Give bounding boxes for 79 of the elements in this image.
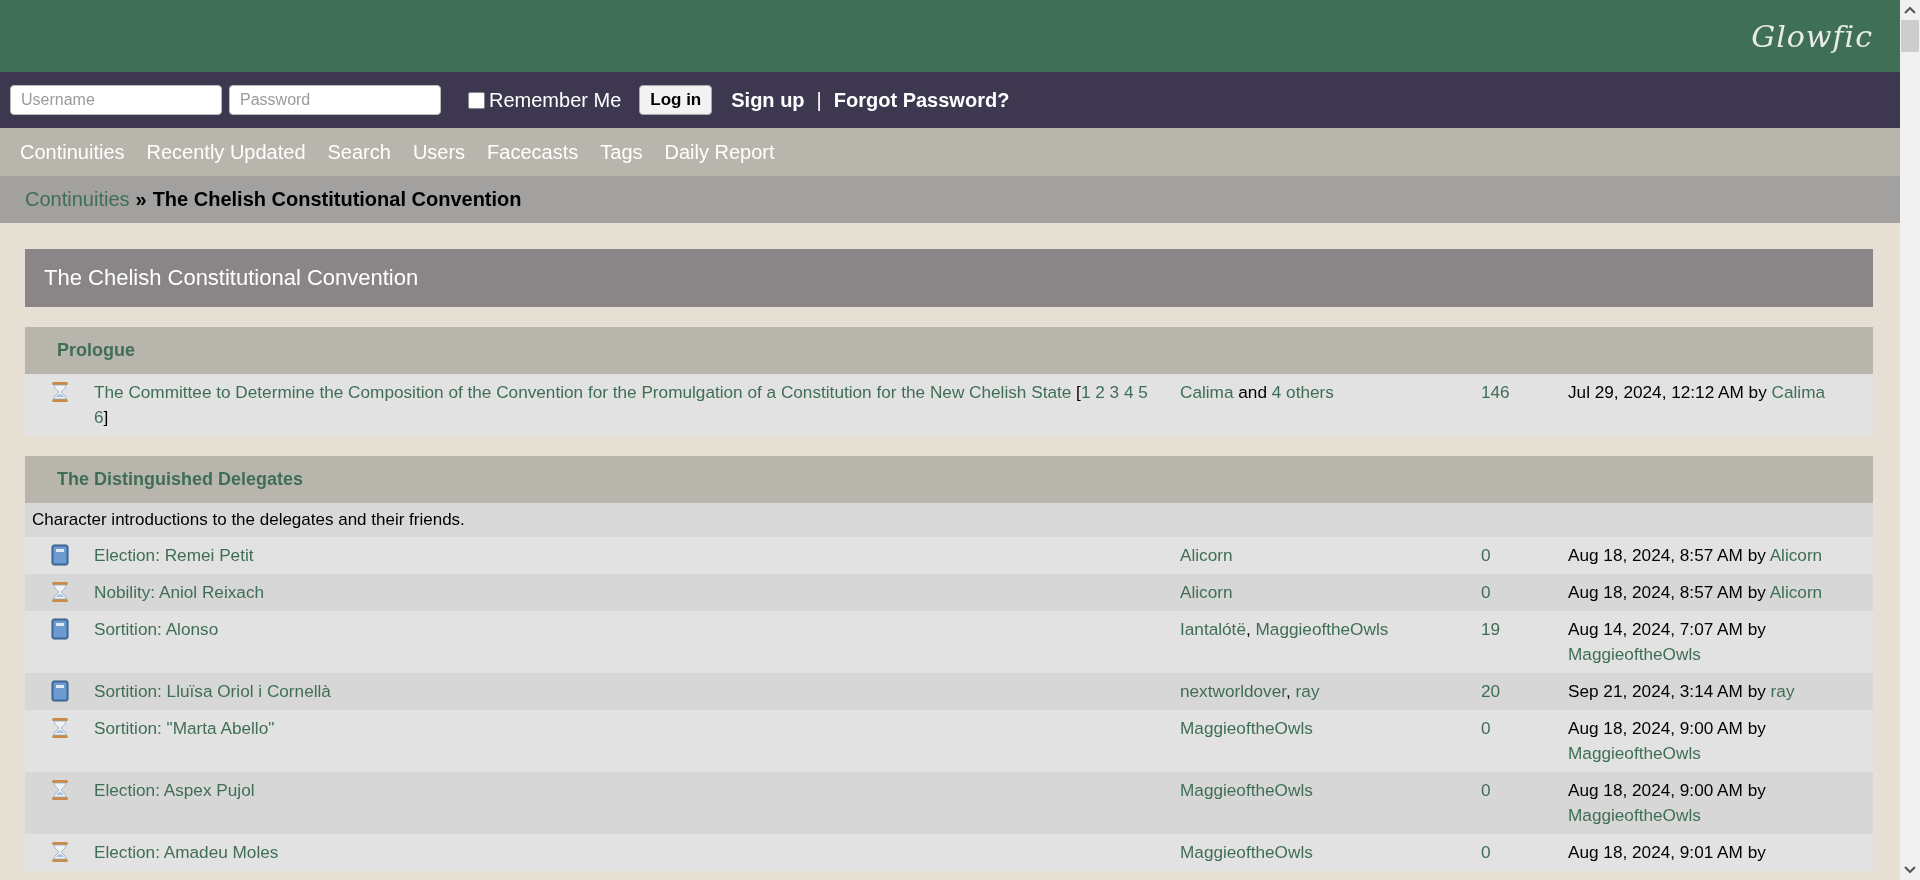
page-link[interactable]: 6 bbox=[94, 407, 104, 427]
last-updated-author-link[interactable]: MaggieoftheOwls bbox=[1568, 743, 1701, 763]
reply-count-link[interactable]: 0 bbox=[1481, 545, 1491, 565]
last-updated-time: Aug 18, 2024, 8:57 AM by bbox=[1568, 582, 1766, 602]
last-updated-time: Aug 18, 2024, 8:57 AM by bbox=[1568, 545, 1766, 565]
last-updated-author-link[interactable]: Alicorn bbox=[1769, 545, 1823, 565]
author-comma: , bbox=[1245, 619, 1251, 639]
reply-count-link[interactable]: 0 bbox=[1481, 842, 1491, 862]
author-link[interactable]: Calima bbox=[1180, 382, 1234, 402]
continuity-title: The Chelish Constitutional Convention bbox=[25, 249, 1873, 307]
scroll-up-icon[interactable] bbox=[1904, 6, 1916, 14]
username-field[interactable]: Username bbox=[10, 85, 222, 115]
author-link[interactable]: Alicorn bbox=[1180, 582, 1233, 602]
remember-checkbox[interactable] bbox=[468, 91, 485, 109]
post-title-link[interactable]: Election: Amadeu Moles bbox=[94, 842, 279, 862]
remember-label: Remember Me bbox=[489, 88, 622, 112]
author-link[interactable]: 4 others bbox=[1271, 382, 1334, 402]
post-title-link[interactable]: Election: Remei Petit bbox=[94, 545, 254, 565]
hourglass-icon bbox=[49, 717, 70, 739]
hourglass-icon bbox=[49, 581, 70, 603]
page-bracket: [ bbox=[1076, 382, 1081, 402]
page-link[interactable]: 3 bbox=[1109, 382, 1120, 402]
last-updated-time: Aug 18, 2024, 9:00 AM by bbox=[1568, 780, 1766, 800]
last-updated-time: Aug 18, 2024, 9:01 AM by bbox=[1568, 842, 1766, 862]
author-link[interactable]: MaggieoftheOwls bbox=[1180, 718, 1313, 738]
post-title-link[interactable]: Sortition: Lluïsa Oriol i Cornellà bbox=[94, 681, 331, 701]
post-title-link[interactable]: Sortition: Alonso bbox=[94, 619, 219, 639]
scroll-down-icon[interactable] bbox=[1904, 866, 1916, 874]
author-link[interactable]: MaggieoftheOwls bbox=[1255, 619, 1389, 639]
reply-count-link[interactable]: 19 bbox=[1481, 619, 1501, 639]
reply-count-link[interactable]: 0 bbox=[1481, 718, 1491, 738]
author-conjunction: and bbox=[1238, 382, 1267, 402]
last-updated-time: Aug 14, 2024, 7:07 AM by bbox=[1568, 619, 1766, 639]
last-updated-time: Aug 18, 2024, 9:00 AM by bbox=[1568, 718, 1766, 738]
site-logo[interactable]: Glowfic bbox=[1751, 18, 1873, 54]
author-link[interactable]: MaggieoftheOwls bbox=[1180, 780, 1313, 800]
book-icon bbox=[50, 544, 69, 566]
author-link[interactable]: ray bbox=[1295, 681, 1320, 701]
page-link[interactable]: 4 bbox=[1123, 382, 1134, 402]
post-title-link[interactable]: The Committee to Determine the Composition of the Convention for the Promulgation of a Constitution for the New Chelish State bbox=[94, 382, 1072, 402]
author-link[interactable]: Alicorn bbox=[1180, 545, 1233, 565]
author-link[interactable]: MaggieoftheOwls bbox=[1180, 842, 1313, 862]
reply-count-link[interactable]: 0 bbox=[1481, 582, 1491, 602]
hourglass-icon bbox=[49, 381, 70, 403]
section-header[interactable]: Prologue bbox=[25, 327, 1873, 374]
last-updated-author-link[interactable]: MaggieoftheOwls bbox=[1568, 644, 1701, 664]
last-updated-author-link[interactable]: Calima bbox=[1771, 382, 1825, 402]
author-link[interactable]: nextworldover bbox=[1180, 681, 1287, 701]
hourglass-icon bbox=[49, 779, 70, 801]
author-comma: , bbox=[1286, 681, 1291, 701]
last-updated-time: Jul 29, 2024, 12:12 AM by bbox=[1568, 382, 1767, 402]
link-divider: | bbox=[816, 88, 822, 112]
reply-count-link[interactable]: 0 bbox=[1481, 780, 1491, 800]
book-icon bbox=[50, 618, 69, 640]
password-field[interactable]: Password bbox=[229, 85, 441, 115]
reply-count-link[interactable]: 146 bbox=[1481, 382, 1510, 402]
last-updated-author-link[interactable]: Alicorn bbox=[1769, 582, 1823, 602]
author-link[interactable]: Iantalótë bbox=[1180, 619, 1246, 639]
post-title-link[interactable]: Election: Aspex Pujol bbox=[94, 780, 255, 800]
last-updated-author-link[interactable]: ray bbox=[1770, 681, 1795, 701]
breadcrumb-current: The Chelish Constitutional Convention bbox=[152, 188, 522, 211]
page-link[interactable]: 1 bbox=[1080, 382, 1091, 402]
section-description: Character introductions to the delegates and their friends. bbox=[25, 503, 1873, 537]
hourglass-icon bbox=[49, 841, 70, 863]
last-updated-time: Sep 21, 2024, 3:14 AM by bbox=[1568, 681, 1766, 701]
login-button[interactable]: Log in bbox=[639, 85, 713, 115]
book-icon bbox=[50, 680, 69, 702]
forgot-password-link[interactable]: Forgot Password? bbox=[833, 88, 1010, 112]
scrollbar-thumb[interactable] bbox=[1901, 20, 1919, 52]
last-updated-author-link[interactable]: MaggieoftheOwls bbox=[1568, 805, 1701, 825]
breadcrumb-separator: » bbox=[135, 188, 147, 211]
post-title-link[interactable]: Nobility: Aniol Reixach bbox=[94, 582, 265, 602]
post-title-link[interactable]: Sortition: "Marta Abello" bbox=[94, 718, 275, 738]
signup-link[interactable]: Sign up bbox=[731, 88, 805, 112]
reply-count-link[interactable]: 20 bbox=[1481, 681, 1501, 701]
page-bracket: ] bbox=[103, 407, 109, 427]
page-link[interactable]: 2 bbox=[1095, 382, 1105, 402]
page-link[interactable]: 5 bbox=[1138, 382, 1148, 402]
section-header[interactable]: The Distinguished Delegates bbox=[25, 456, 1873, 503]
